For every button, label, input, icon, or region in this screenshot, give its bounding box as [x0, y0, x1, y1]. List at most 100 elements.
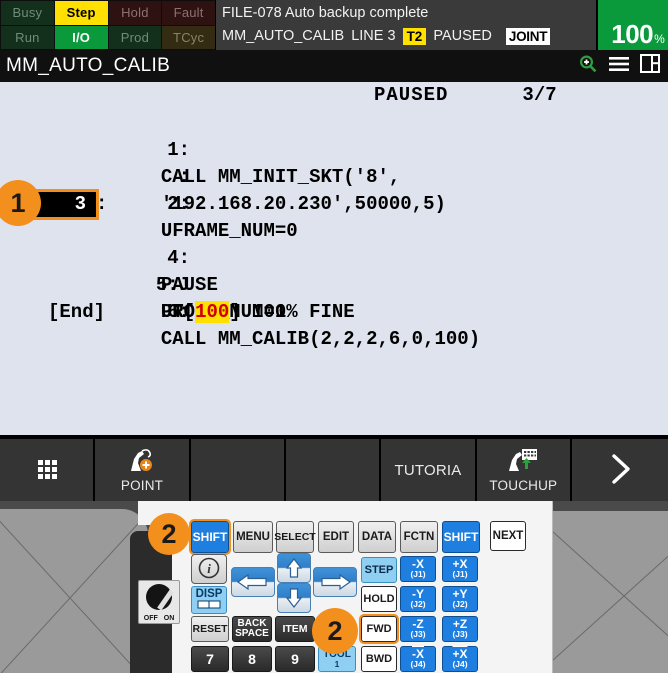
status-led-grid: Busy Step Hold Fault Run I/O Prod TCyc — [0, 0, 215, 50]
key-bwd[interactable]: BWD — [361, 646, 397, 672]
key-arrow-down[interactable] — [277, 583, 311, 613]
led-label: TCyc — [173, 29, 205, 45]
key-fwd[interactable]: FWD — [359, 614, 399, 644]
key-jog-plus-y-j2[interactable]: +Y (J2) — [442, 586, 478, 612]
chevron-right-icon — [606, 452, 634, 489]
program-line[interactable]: : '192.168.20.230',50000,5) — [0, 137, 668, 215]
softkey-tutorial[interactable]: TUTORIA — [381, 439, 475, 501]
led-label: I/O — [72, 29, 91, 45]
robot-touchup-icon — [505, 447, 541, 476]
key-hold[interactable]: HOLD — [361, 586, 397, 612]
status-led-run[interactable]: Run — [1, 25, 54, 49]
program-line-selected[interactable]: 3 : UTOOL_NUM=1 — [0, 189, 668, 323]
key-jog-plus-x-j4[interactable]: +X (J4) — [442, 646, 478, 672]
program-line[interactable]: 4: PAUSE — [0, 218, 668, 296]
softkey-label: TUTORIA — [394, 461, 462, 479]
softkey-blank-2[interactable] — [285, 439, 380, 501]
title-bar: MM_AUTO_CALIB — [0, 50, 668, 82]
key-info[interactable]: i — [191, 554, 227, 584]
key-jog-minus-z-j3[interactable]: -Z (J3) — [400, 616, 436, 642]
program-header-row: PAUSED 3/7 — [0, 82, 668, 106]
callout-badge-2a: 2 — [148, 513, 190, 555]
program-page-indicator: 3/7 — [522, 84, 557, 106]
program-header-status: PAUSED — [374, 84, 449, 106]
key-jog-plus-x-j1[interactable]: +X (J1) — [442, 556, 478, 582]
disp-split-icon — [197, 600, 221, 612]
key-reset[interactable]: RESET — [191, 616, 229, 642]
led-label: Fault — [173, 5, 204, 21]
speed-override-indicator[interactable]: 100 % — [596, 0, 668, 50]
page-title: MM_AUTO_CALIB — [6, 55, 171, 76]
key-jog-minus-y-j2[interactable]: -Y (J2) — [400, 586, 436, 612]
key-jog-plus-z-j3[interactable]: +Z (J3) — [442, 616, 478, 642]
key-arrow-right[interactable] — [313, 567, 357, 597]
key-next[interactable]: NEXT — [490, 521, 526, 551]
key-jog-minus-x-j4[interactable]: -X (J4) — [400, 646, 436, 672]
key-item[interactable]: ITEM — [275, 616, 315, 642]
mode-badge: T2 — [402, 28, 427, 45]
key-data[interactable]: DATA — [358, 521, 396, 553]
key-edit[interactable]: EDIT — [318, 521, 354, 553]
status-led-tcyc[interactable]: TCyc — [162, 25, 215, 49]
status-bar: Busy Step Hold Fault Run I/O Prod TCyc F… — [0, 0, 668, 50]
key-disp[interactable]: DISP — [191, 586, 227, 614]
key-shift-right[interactable]: SHIFT — [442, 521, 480, 553]
program-editor-body[interactable]: PAUSED 3/7 1: CALL MM_INIT_SKT('8', : '1… — [0, 82, 668, 435]
teach-pendant-screen: Busy Step Hold Fault Run I/O Prod TCyc F… — [0, 0, 668, 673]
softkey-blank-1[interactable] — [190, 439, 284, 501]
callout-badge-2b: 2 — [312, 608, 358, 654]
led-label: Run — [15, 29, 40, 45]
coordinate-badge: JOINT — [505, 28, 551, 45]
program-line[interactable]: 2: UFRAME_NUM=0 — [0, 164, 668, 242]
program-end-marker: [End] — [48, 301, 106, 323]
program-listing: PAUSED 3/7 1: CALL MM_INIT_SKT('8', : '1… — [0, 82, 668, 350]
led-label: Step — [66, 5, 96, 21]
key-arrow-up[interactable] — [277, 553, 311, 583]
led-label: Hold — [121, 5, 149, 21]
dial-labels: OFF ON — [143, 615, 175, 622]
key-step[interactable]: STEP — [361, 557, 397, 583]
override-unit: % — [654, 32, 665, 46]
key-num-9[interactable]: 9 — [275, 646, 315, 672]
alarm-message: FILE-078 Auto backup complete — [222, 5, 429, 21]
key-backspace[interactable]: BACK SPACE — [232, 616, 272, 642]
key-select[interactable]: SELECT — [274, 521, 316, 553]
softkey-point[interactable]: POINT — [95, 439, 189, 501]
power-dial-switch[interactable]: OFF ON — [138, 580, 180, 624]
zoom-in-icon[interactable] — [578, 54, 598, 79]
line-cursor-colon: : — [96, 193, 108, 215]
status-led-fault[interactable]: Fault — [162, 1, 215, 25]
program-line[interactable]: 5:J PR[100] 100% FINE — [0, 245, 668, 323]
info-icon: i — [197, 556, 221, 583]
softkey-next-page[interactable] — [571, 439, 668, 501]
status-led-busy[interactable]: Busy — [1, 1, 54, 25]
softkey-label: POINT — [120, 478, 164, 493]
key-jog-minus-x-j1[interactable]: -X (J1) — [400, 556, 436, 582]
key-menu[interactable]: MENU — [233, 521, 273, 553]
menu-icon[interactable] — [608, 55, 630, 78]
status-message-area: FILE-078 Auto backup complete MM_AUTO_CA… — [215, 0, 596, 50]
pendant-left-grip — [0, 509, 148, 673]
key-arrow-left[interactable] — [231, 567, 275, 597]
title-bar-icons — [578, 54, 668, 79]
status-led-step[interactable]: Step — [54, 1, 108, 25]
override-value: 100 — [611, 19, 654, 49]
line-text: CALL MM_CALIB(2,2,2,6,0,100) — [160, 328, 481, 350]
key-fctn[interactable]: FCTN — [400, 521, 438, 553]
run-state-text: PAUSED — [433, 28, 492, 44]
key-shift-left[interactable]: SHIFT — [189, 519, 231, 555]
softkey-grid[interactable] — [0, 439, 94, 501]
status-led-io[interactable]: I/O — [54, 25, 108, 49]
status-led-prod[interactable]: Prod — [108, 25, 162, 49]
led-label: Busy — [12, 5, 43, 21]
program-line[interactable]: 6: CALL MM_CALIB(2,2,2,6,0,100) — [0, 272, 668, 350]
status-message-line2: MM_AUTO_CALIB LINE 3 T2 PAUSED JOINT — [222, 25, 596, 48]
led-label: Prod — [120, 29, 149, 45]
program-line[interactable]: 1: CALL MM_INIT_SKT('8', — [0, 110, 668, 188]
softkey-touchup[interactable]: TOUCHUP — [476, 439, 570, 501]
key-num-8[interactable]: 8 — [232, 646, 272, 672]
program-lines: 1: CALL MM_INIT_SKT('8', : '192.168.20.2… — [0, 106, 668, 350]
layout-icon[interactable] — [640, 54, 660, 78]
key-num-7[interactable]: 7 — [191, 646, 229, 672]
status-led-hold[interactable]: Hold — [108, 1, 162, 25]
